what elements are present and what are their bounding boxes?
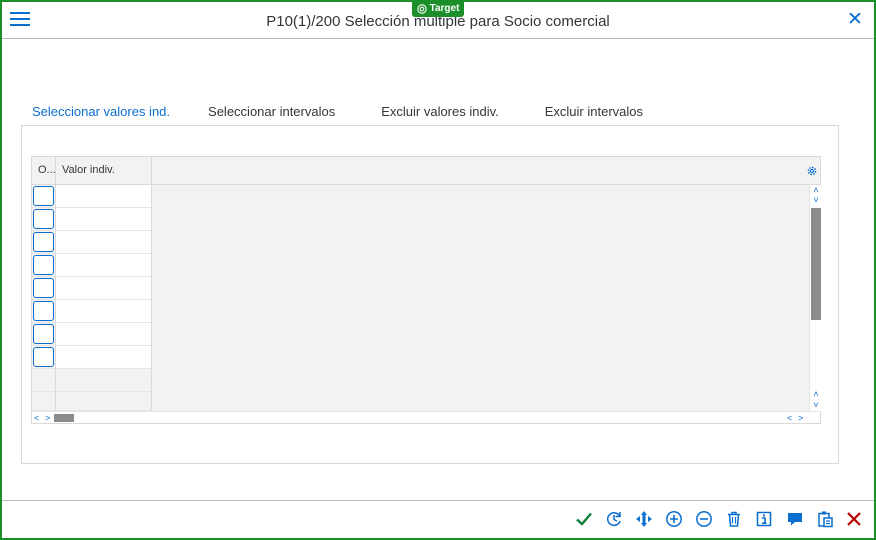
option-button[interactable] bbox=[33, 232, 54, 252]
table-row-empty bbox=[32, 369, 152, 392]
table-row bbox=[32, 185, 152, 208]
info-button[interactable] bbox=[753, 509, 775, 529]
target-icon bbox=[416, 3, 427, 14]
row-selector-empty bbox=[32, 392, 56, 411]
table-row bbox=[32, 208, 152, 231]
value-input[interactable] bbox=[56, 300, 152, 323]
target-badge-label: Target bbox=[429, 3, 460, 14]
value-cell-empty bbox=[56, 369, 152, 392]
target-badge: Target bbox=[412, 0, 464, 17]
row-selector bbox=[32, 254, 56, 277]
option-button[interactable] bbox=[33, 301, 54, 321]
scroll-down-icon[interactable]: ˅ bbox=[810, 401, 822, 410]
row-selector-empty bbox=[32, 369, 56, 392]
horizontal-scrollbar[interactable]: ˂ ˃ ˂ ˃ bbox=[32, 411, 820, 423]
scroll-left-icon[interactable]: ˂ bbox=[787, 412, 792, 424]
tab-select-ranges[interactable]: Seleccionar intervalos bbox=[198, 103, 345, 127]
value-input[interactable] bbox=[56, 254, 152, 277]
table-header: O... Valor indiv. bbox=[32, 157, 820, 185]
move-button[interactable] bbox=[633, 509, 655, 529]
option-button[interactable] bbox=[33, 255, 54, 275]
cancel-icon bbox=[847, 512, 861, 526]
row-selector bbox=[32, 300, 56, 323]
value-input[interactable] bbox=[56, 277, 152, 300]
tab-strip: Seleccionar valores ind. Seleccionar int… bbox=[22, 103, 653, 127]
row-selector bbox=[32, 323, 56, 346]
value-cell-empty bbox=[56, 392, 152, 411]
tab-exclude-ranges[interactable]: Excluir intervalos bbox=[535, 103, 653, 127]
trash-icon bbox=[728, 511, 740, 527]
delete-line-button[interactable] bbox=[693, 509, 715, 529]
option-button[interactable] bbox=[33, 324, 54, 344]
option-button[interactable] bbox=[33, 186, 54, 206]
scroll-left-icon[interactable]: ˂ bbox=[34, 412, 39, 424]
option-button[interactable] bbox=[33, 347, 54, 367]
option-button[interactable] bbox=[33, 209, 54, 229]
scroll-right-icon[interactable]: ˃ bbox=[45, 412, 50, 424]
clipboard-icon bbox=[818, 511, 833, 528]
upload-clipboard-button[interactable] bbox=[814, 509, 836, 529]
tab-exclude-single-values[interactable]: Excluir valores indiv. bbox=[371, 103, 509, 127]
dialog-toolbar bbox=[2, 500, 874, 538]
confirm-button[interactable] bbox=[573, 509, 595, 529]
value-input[interactable] bbox=[56, 231, 152, 254]
option-button[interactable] bbox=[33, 278, 54, 298]
column-header-value[interactable]: Valor indiv. bbox=[56, 157, 152, 184]
column-header-option[interactable]: O... bbox=[32, 157, 56, 184]
table-row bbox=[32, 231, 152, 254]
scroll-up-icon[interactable]: ˄ bbox=[810, 390, 822, 399]
comment-button[interactable] bbox=[784, 509, 806, 529]
table-row bbox=[32, 300, 152, 323]
move-icon bbox=[636, 511, 652, 527]
scroll-down-icon[interactable]: ˅ bbox=[810, 196, 822, 205]
vertical-scrollbar[interactable]: ˄ ˅ ˄ ˅ bbox=[809, 185, 821, 411]
cancel-button[interactable] bbox=[843, 509, 865, 529]
message-icon bbox=[788, 513, 802, 526]
delete-all-button[interactable] bbox=[723, 509, 745, 529]
horizontal-scroll-thumb[interactable] bbox=[54, 414, 74, 422]
table-row bbox=[32, 254, 152, 277]
vertical-scroll-thumb[interactable] bbox=[811, 208, 821, 320]
row-selector bbox=[32, 185, 56, 208]
table-row bbox=[32, 323, 152, 346]
close-icon[interactable]: ✕ bbox=[846, 10, 864, 29]
row-selector bbox=[32, 231, 56, 254]
scroll-right-icon[interactable]: ˃ bbox=[798, 412, 803, 424]
info-icon bbox=[756, 511, 772, 527]
gear-icon[interactable] bbox=[806, 165, 818, 177]
remove-icon bbox=[696, 511, 712, 527]
row-selector bbox=[32, 346, 56, 369]
table-row bbox=[32, 277, 152, 300]
checkmark-icon bbox=[576, 512, 592, 526]
add-icon bbox=[666, 511, 682, 527]
row-selector bbox=[32, 277, 56, 300]
history-icon bbox=[606, 512, 621, 527]
scroll-up-icon[interactable]: ˄ bbox=[810, 186, 822, 195]
values-table: O... Valor indiv. ˄ ˅ ˄ ˅ ˂ ˃ ˂ ˃ bbox=[31, 156, 821, 424]
value-input[interactable] bbox=[56, 208, 152, 231]
row-selector bbox=[32, 208, 56, 231]
multiple-selection-button[interactable] bbox=[603, 509, 625, 529]
tab-select-single-values[interactable]: Seleccionar valores ind. bbox=[22, 103, 181, 127]
value-input[interactable] bbox=[56, 323, 152, 346]
value-input[interactable] bbox=[56, 185, 152, 208]
insert-line-button[interactable] bbox=[663, 509, 685, 529]
table-row bbox=[32, 346, 152, 369]
table-row-empty bbox=[32, 392, 152, 411]
value-input[interactable] bbox=[56, 346, 152, 369]
